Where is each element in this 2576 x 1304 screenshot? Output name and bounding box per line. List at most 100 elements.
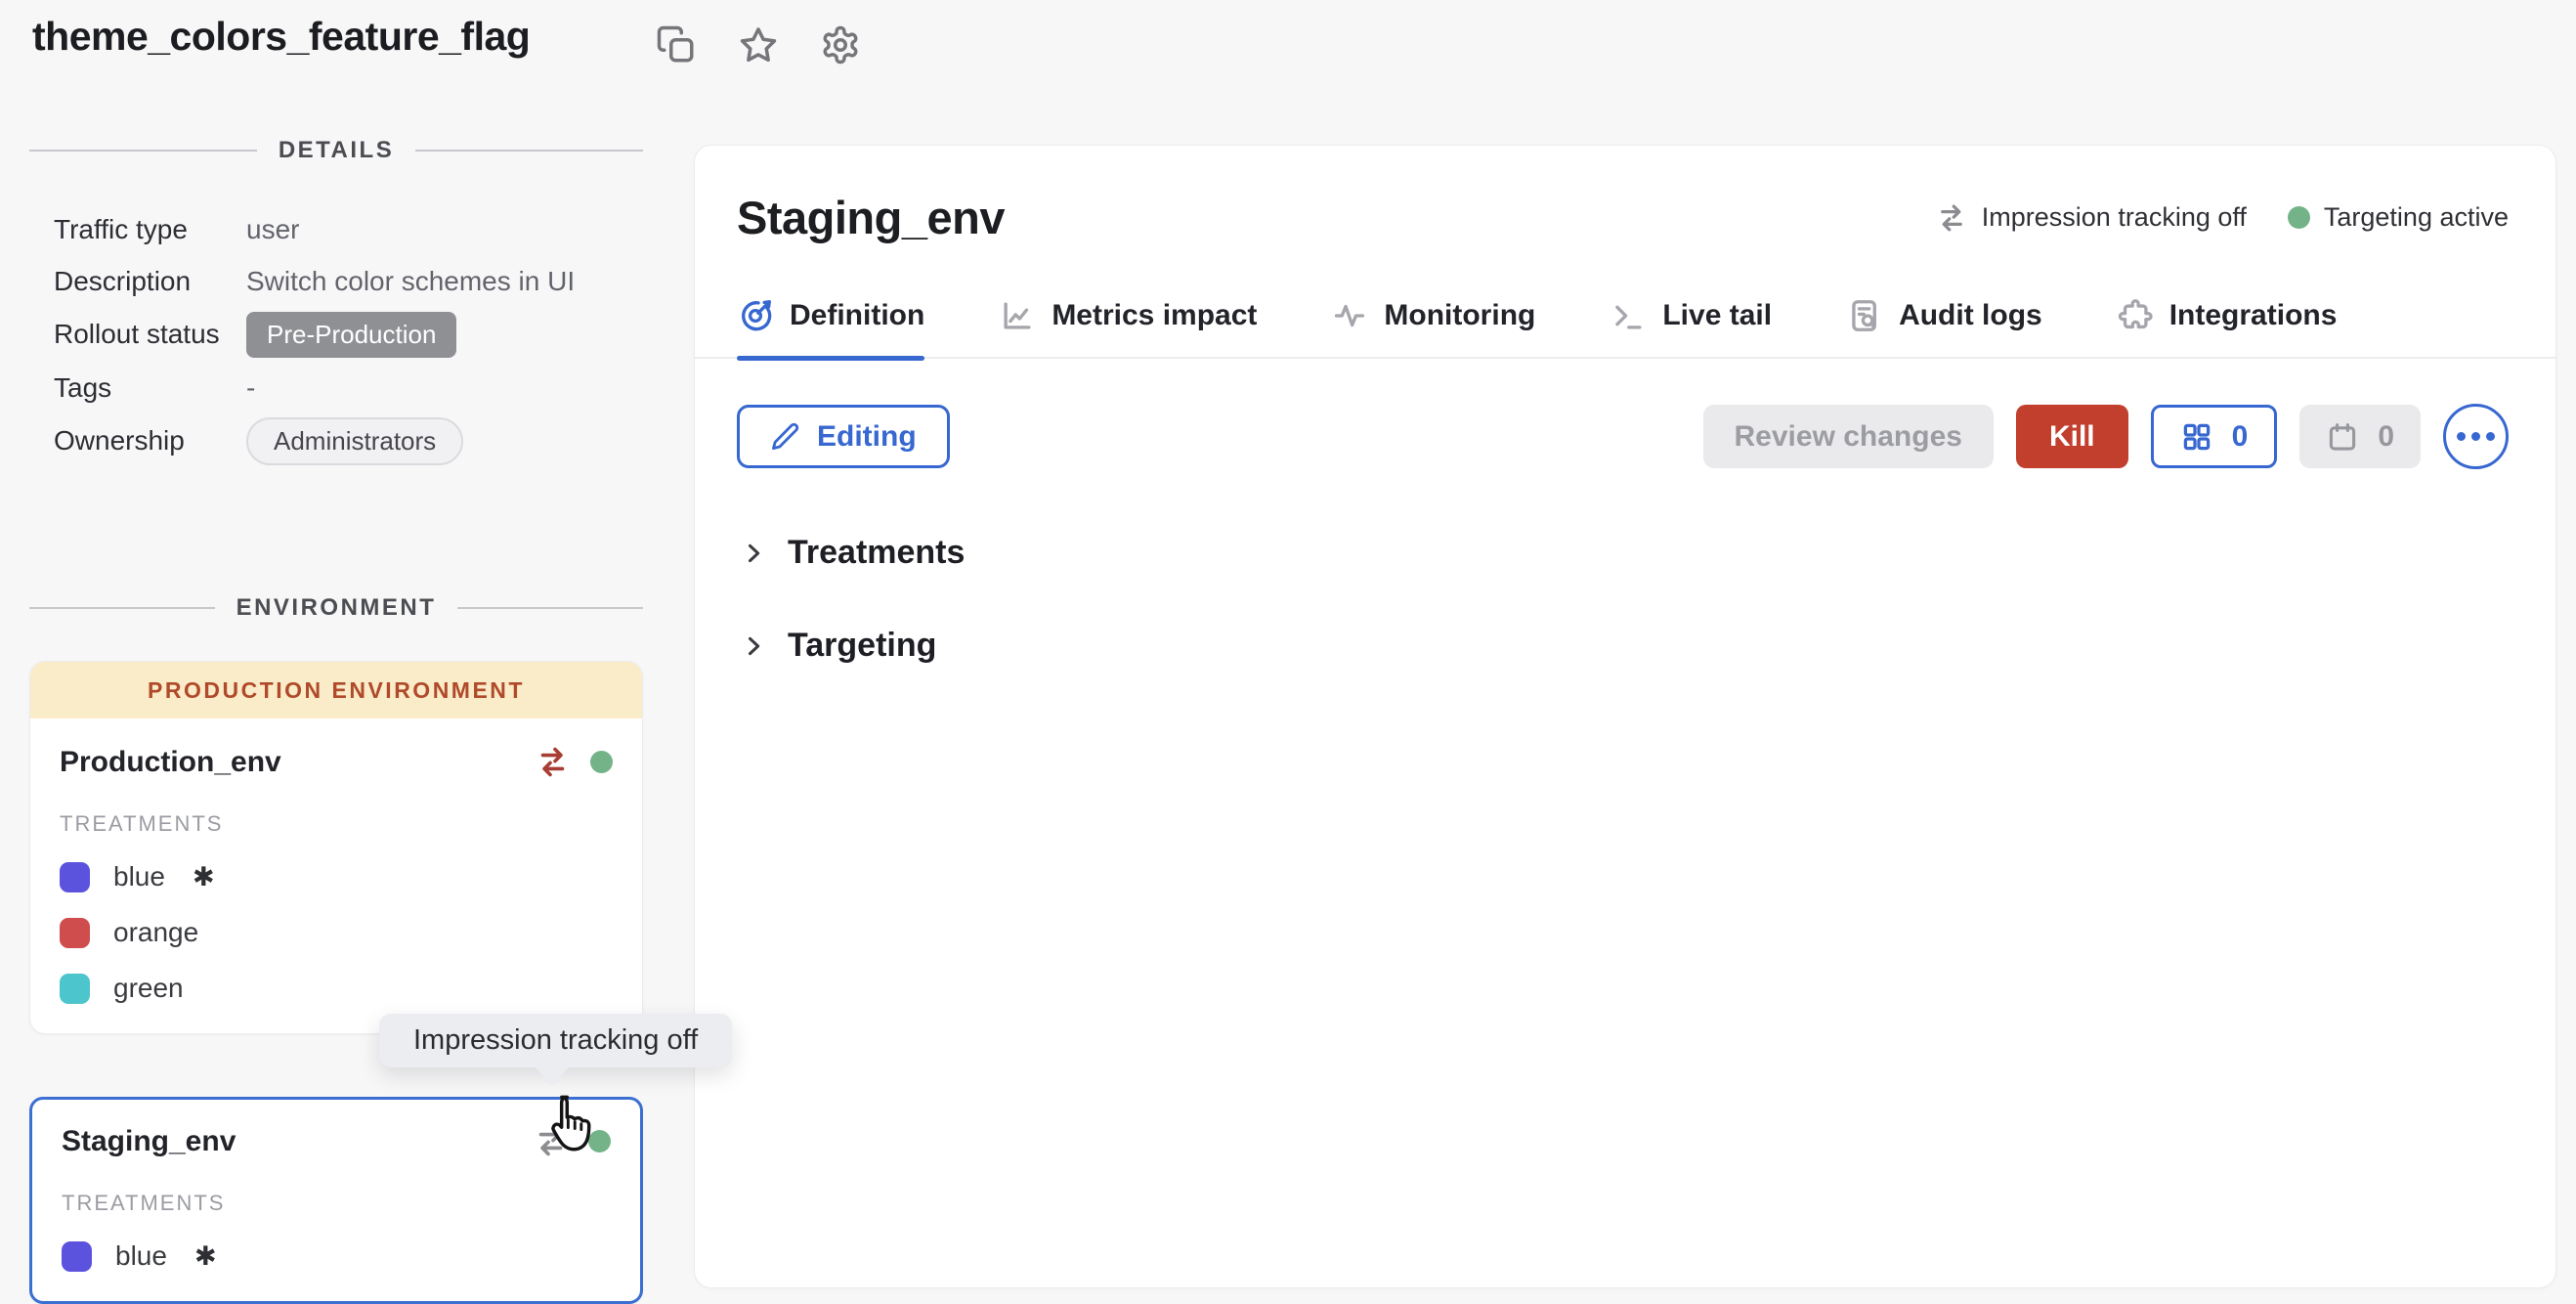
- targeting-status-dot: [590, 751, 613, 773]
- treatments-label: TREATMENTS: [62, 1191, 611, 1216]
- environment-heading: ENVIRONMENT: [29, 594, 643, 622]
- tab-monitoring[interactable]: Monitoring: [1331, 297, 1535, 334]
- swap-arrows-icon: [1935, 201, 1968, 235]
- calendar-icon: [2326, 420, 2359, 454]
- treatment-color-swatch: [60, 862, 90, 892]
- tab-bar: Definition Metrics impact Monitoring Liv…: [695, 297, 2555, 359]
- environment-name[interactable]: Production_env: [60, 746, 281, 779]
- chevron-right-icon: [740, 632, 767, 660]
- chevron-right-icon: [740, 540, 767, 567]
- default-treatment-icon: ✱: [194, 1241, 217, 1272]
- ellipsis-icon: [2457, 432, 2466, 441]
- puzzle-icon: [2117, 297, 2154, 334]
- pulse-icon: [1331, 297, 1368, 334]
- editing-button[interactable]: Editing: [737, 405, 950, 468]
- terminal-icon: [1610, 297, 1647, 334]
- treatment-row: blue ✱: [60, 861, 613, 892]
- tooltip: Impression tracking off: [379, 1014, 732, 1067]
- toolbar: Editing Review changes Kill 0 0: [695, 359, 2555, 469]
- tooltip-caret: [536, 1067, 569, 1086]
- tab-label: Integrations: [2169, 299, 2338, 332]
- detail-label: Description: [29, 266, 246, 297]
- detail-row-traffic-type: Traffic type user: [29, 203, 643, 255]
- detail-row-rollout-status: Rollout status Pre-Production: [29, 307, 643, 362]
- tab-label: Live tail: [1662, 299, 1772, 332]
- copy-icon[interactable]: [655, 23, 698, 66]
- status-text: Targeting active: [2324, 202, 2509, 233]
- details-heading-label: DETAILS: [279, 137, 394, 164]
- audit-log-icon: [1846, 297, 1883, 334]
- treatments-section-toggle[interactable]: Treatments: [740, 534, 2555, 572]
- rollout-status-badge: Pre-Production: [246, 312, 456, 358]
- ellipsis-icon: [2486, 432, 2495, 441]
- rules-count-button[interactable]: 0: [2151, 405, 2278, 468]
- impression-tracking-status: Impression tracking off: [1935, 201, 2247, 235]
- grid-icon: [2180, 420, 2213, 454]
- divider: [415, 150, 643, 152]
- mouse-cursor: [539, 1091, 596, 1155]
- page-title-actions: [655, 23, 862, 66]
- schedule-count: 0: [2378, 420, 2394, 454]
- ellipsis-icon: [2471, 432, 2480, 441]
- green-status-dot: [2288, 206, 2310, 229]
- section-title: Treatments: [788, 534, 965, 572]
- tab-metrics-impact[interactable]: Metrics impact: [999, 297, 1257, 334]
- ownership-badge[interactable]: Administrators: [246, 417, 463, 465]
- tab-label: Metrics impact: [1052, 299, 1257, 332]
- tab-label: Audit logs: [1899, 299, 2042, 332]
- rules-count: 0: [2232, 420, 2249, 454]
- tab-label: Monitoring: [1384, 299, 1535, 332]
- kill-button[interactable]: Kill: [2016, 405, 2128, 468]
- environment-heading-label: ENVIRONMENT: [236, 594, 437, 622]
- production-env-card[interactable]: PRODUCTION ENVIRONMENT Production_env TR…: [29, 661, 643, 1034]
- treatment-name: blue: [115, 1240, 167, 1272]
- review-changes-button[interactable]: Review changes: [1703, 405, 1994, 468]
- treatment-row: orange: [60, 917, 613, 948]
- treatments-label: TREATMENTS: [60, 811, 613, 837]
- treatment-row: green: [60, 973, 613, 1004]
- page-title: theme_colors_feature_flag: [32, 14, 530, 60]
- default-treatment-icon: ✱: [193, 862, 215, 892]
- targeting-status: Targeting active: [2288, 202, 2509, 233]
- treatment-name: orange: [113, 917, 198, 948]
- details-panel: DETAILS Traffic type user Description Sw…: [29, 137, 643, 468]
- treatment-name: blue: [113, 861, 165, 892]
- line-chart-icon: [999, 297, 1036, 334]
- tooltip-text: Impression tracking off: [413, 1024, 698, 1056]
- production-environment-banner: PRODUCTION ENVIRONMENT: [30, 662, 642, 718]
- detail-label: Rollout status: [29, 319, 246, 350]
- details-heading: DETAILS: [29, 137, 643, 164]
- status-text: Impression tracking off: [1982, 202, 2247, 233]
- detail-row-tags: Tags -: [29, 362, 643, 413]
- environment-panel: ENVIRONMENT PRODUCTION ENVIRONMENT Produ…: [29, 594, 643, 1304]
- treatment-color-swatch: [60, 918, 90, 948]
- pencil-icon: [770, 421, 800, 452]
- environment-name[interactable]: Staging_env: [62, 1125, 236, 1158]
- detail-label: Ownership: [29, 425, 246, 456]
- treatment-name: green: [113, 973, 184, 1004]
- detail-label: Traffic type: [29, 214, 246, 245]
- tab-integrations[interactable]: Integrations: [2117, 297, 2338, 334]
- detail-row-description: Description Switch color schemes in UI: [29, 255, 643, 307]
- tab-live-tail[interactable]: Live tail: [1610, 297, 1772, 334]
- treatment-color-swatch: [60, 974, 90, 1004]
- detail-label: Tags: [29, 372, 246, 404]
- impression-tracking-icon[interactable]: [535, 744, 571, 780]
- environment-detail-panel: Staging_env Impression tracking off Targ…: [694, 145, 2556, 1288]
- target-icon: [737, 297, 774, 334]
- detail-value: Switch color schemes in UI: [246, 266, 575, 297]
- targeting-section-toggle[interactable]: Targeting: [740, 627, 2555, 665]
- treatment-row: blue ✱: [62, 1240, 611, 1272]
- tab-definition[interactable]: Definition: [737, 297, 924, 334]
- tab-audit-logs[interactable]: Audit logs: [1846, 297, 2042, 334]
- gear-icon[interactable]: [819, 23, 862, 66]
- tab-label: Definition: [790, 299, 924, 332]
- divider: [457, 607, 643, 609]
- star-icon[interactable]: [737, 23, 780, 66]
- more-actions-button[interactable]: [2443, 404, 2509, 469]
- schedule-count-button[interactable]: 0: [2299, 405, 2421, 468]
- detail-row-ownership: Ownership Administrators: [29, 413, 643, 468]
- divider: [29, 607, 215, 609]
- detail-value: -: [246, 372, 255, 404]
- environment-title: Staging_env: [737, 191, 1005, 244]
